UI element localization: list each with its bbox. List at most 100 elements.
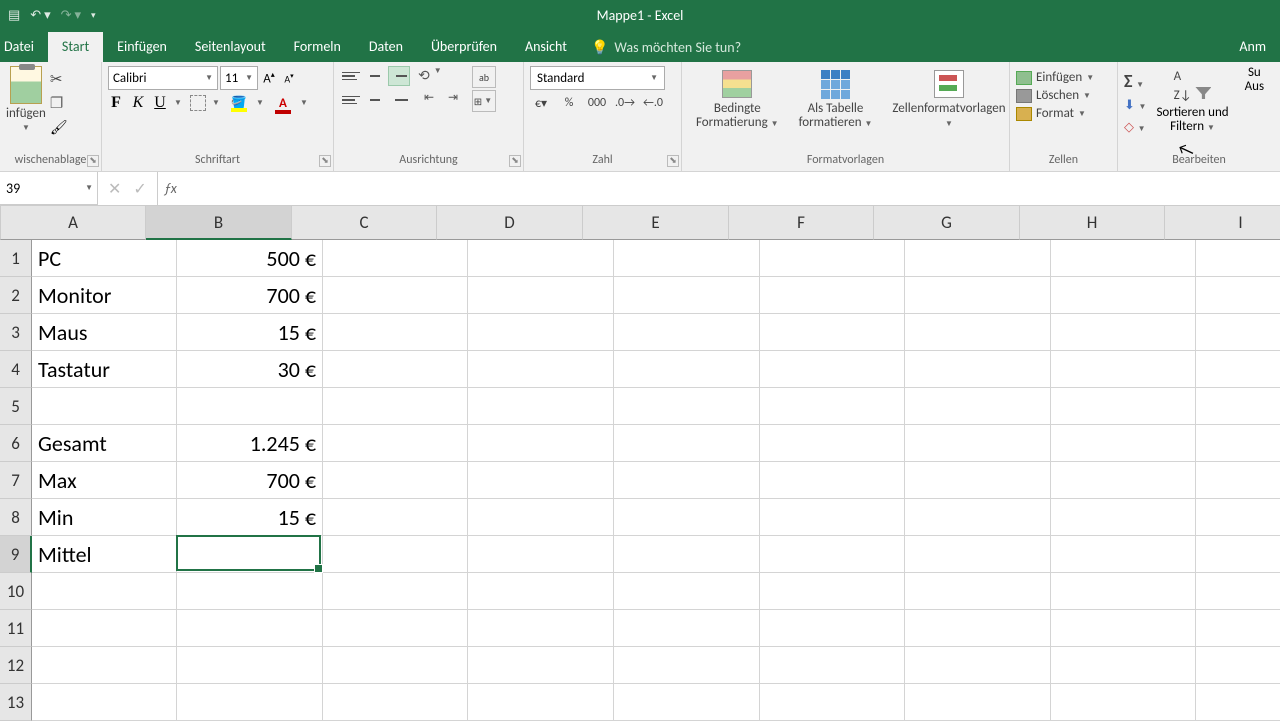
cell-C12[interactable] — [323, 647, 468, 684]
cell-G7[interactable] — [905, 462, 1051, 499]
row-header-10[interactable]: 10 — [0, 573, 32, 610]
tab-file[interactable]: Datei — [0, 32, 48, 62]
cell-C9[interactable] — [323, 536, 468, 573]
row-header-3[interactable]: 3 — [0, 314, 32, 351]
align-bottom-button[interactable] — [388, 66, 410, 86]
column-header-F[interactable]: F — [729, 206, 874, 240]
cell-G9[interactable] — [905, 536, 1051, 573]
percent-format-icon[interactable]: % — [558, 96, 580, 111]
formula-input[interactable] — [183, 172, 1280, 205]
worksheet-grid[interactable]: ABCDEFGHI12345678910111213PC500 €Monitor… — [0, 206, 1280, 720]
cell-D4[interactable] — [468, 351, 614, 388]
cell-E10[interactable] — [614, 573, 760, 610]
chevron-down-icon[interactable]: ▼ — [174, 98, 184, 108]
cell-C3[interactable] — [323, 314, 468, 351]
cell-C5[interactable] — [323, 388, 468, 425]
cell-H6[interactable] — [1051, 425, 1196, 462]
cell-E7[interactable] — [614, 462, 760, 499]
cell-G6[interactable] — [905, 425, 1051, 462]
dialog-launcher-icon[interactable]: ⬊ — [509, 155, 521, 167]
cell-I10[interactable] — [1196, 573, 1280, 610]
cell-H7[interactable] — [1051, 462, 1196, 499]
cell-A5[interactable] — [32, 388, 177, 425]
align-top-button[interactable] — [340, 66, 362, 86]
row-header-7[interactable]: 7 — [0, 462, 32, 499]
cell-E6[interactable] — [614, 425, 760, 462]
row-header-4[interactable]: 4 — [0, 351, 32, 388]
decrease-decimal-icon[interactable]: ←.0 — [642, 96, 664, 111]
cell-F9[interactable] — [760, 536, 905, 573]
copy-icon[interactable] — [50, 94, 68, 112]
fill-button[interactable]: ⬇ ▼ — [1124, 95, 1146, 114]
tab-review[interactable]: Überprüfen — [417, 32, 511, 62]
cell-F7[interactable] — [760, 462, 905, 499]
cell-D3[interactable] — [468, 314, 614, 351]
dialog-launcher-icon[interactable]: ⬊ — [319, 155, 331, 167]
cell-H3[interactable] — [1051, 314, 1196, 351]
font-color-button[interactable]: A — [272, 94, 294, 112]
row-header-2[interactable]: 2 — [0, 277, 32, 314]
number-format-dropdown[interactable]: Standard▼ — [530, 66, 665, 90]
bold-button[interactable]: F — [108, 94, 124, 112]
cell-G5[interactable] — [905, 388, 1051, 425]
cell-E8[interactable] — [614, 499, 760, 536]
column-header-H[interactable]: H — [1020, 206, 1165, 240]
column-header-I[interactable]: I — [1165, 206, 1280, 240]
merge-button[interactable]: ⊞▼ — [472, 90, 496, 112]
cell-H13[interactable] — [1051, 684, 1196, 721]
cell-I2[interactable] — [1196, 277, 1280, 314]
select-all-corner[interactable] — [0, 206, 1, 240]
cell-G1[interactable] — [905, 240, 1051, 277]
paste-button[interactable]: infügen ▼ — [6, 66, 46, 133]
cell-A13[interactable] — [32, 684, 177, 721]
cell-H1[interactable] — [1051, 240, 1196, 277]
cell-D2[interactable] — [468, 277, 614, 314]
cell-D10[interactable] — [468, 573, 614, 610]
cell-F13[interactable] — [760, 684, 905, 721]
cell-F12[interactable] — [760, 647, 905, 684]
cell-E12[interactable] — [614, 647, 760, 684]
format-cells-button[interactable]: Format ▼ — [1016, 106, 1096, 121]
cell-C2[interactable] — [323, 277, 468, 314]
row-header-6[interactable]: 6 — [0, 425, 32, 462]
cell-H10[interactable] — [1051, 573, 1196, 610]
align-middle-button[interactable] — [364, 66, 386, 86]
cell-B7[interactable]: 700 € — [177, 462, 323, 499]
cell-C4[interactable] — [323, 351, 468, 388]
format-painter-icon[interactable] — [50, 118, 68, 136]
cell-B5[interactable] — [177, 388, 323, 425]
cell-E5[interactable] — [614, 388, 760, 425]
cell-A6[interactable]: Gesamt — [32, 425, 177, 462]
row-header-13[interactable]: 13 — [0, 684, 32, 721]
cell-G2[interactable] — [905, 277, 1051, 314]
cell-I7[interactable] — [1196, 462, 1280, 499]
cut-icon[interactable] — [50, 70, 68, 88]
cell-C1[interactable] — [323, 240, 468, 277]
cell-D6[interactable] — [468, 425, 614, 462]
undo-icon[interactable]: ↶ ▾ — [30, 8, 50, 23]
cell-E2[interactable] — [614, 277, 760, 314]
cell-G12[interactable] — [905, 647, 1051, 684]
cell-D7[interactable] — [468, 462, 614, 499]
delete-cells-button[interactable]: Löschen ▼ — [1016, 88, 1096, 103]
cell-B3[interactable]: 15 € — [177, 314, 323, 351]
cell-H11[interactable] — [1051, 610, 1196, 647]
tab-data[interactable]: Daten — [355, 32, 417, 62]
cell-F11[interactable] — [760, 610, 905, 647]
cell-I12[interactable] — [1196, 647, 1280, 684]
orientation-icon[interactable] — [418, 66, 430, 85]
cell-I8[interactable] — [1196, 499, 1280, 536]
column-header-C[interactable]: C — [292, 206, 437, 240]
enter-icon[interactable] — [133, 179, 146, 199]
find-select-button[interactable]: SuAus — [1239, 66, 1270, 95]
cell-D9[interactable] — [468, 536, 614, 573]
cell-D13[interactable] — [468, 684, 614, 721]
decrease-indent-icon[interactable]: ⇤ — [418, 87, 440, 107]
redo-icon[interactable]: ↷ ▾ — [61, 8, 81, 23]
align-left-button[interactable] — [340, 90, 362, 110]
cell-F5[interactable] — [760, 388, 905, 425]
cell-E3[interactable] — [614, 314, 760, 351]
cell-B2[interactable]: 700 € — [177, 277, 323, 314]
cell-I6[interactable] — [1196, 425, 1280, 462]
cell-F10[interactable] — [760, 573, 905, 610]
